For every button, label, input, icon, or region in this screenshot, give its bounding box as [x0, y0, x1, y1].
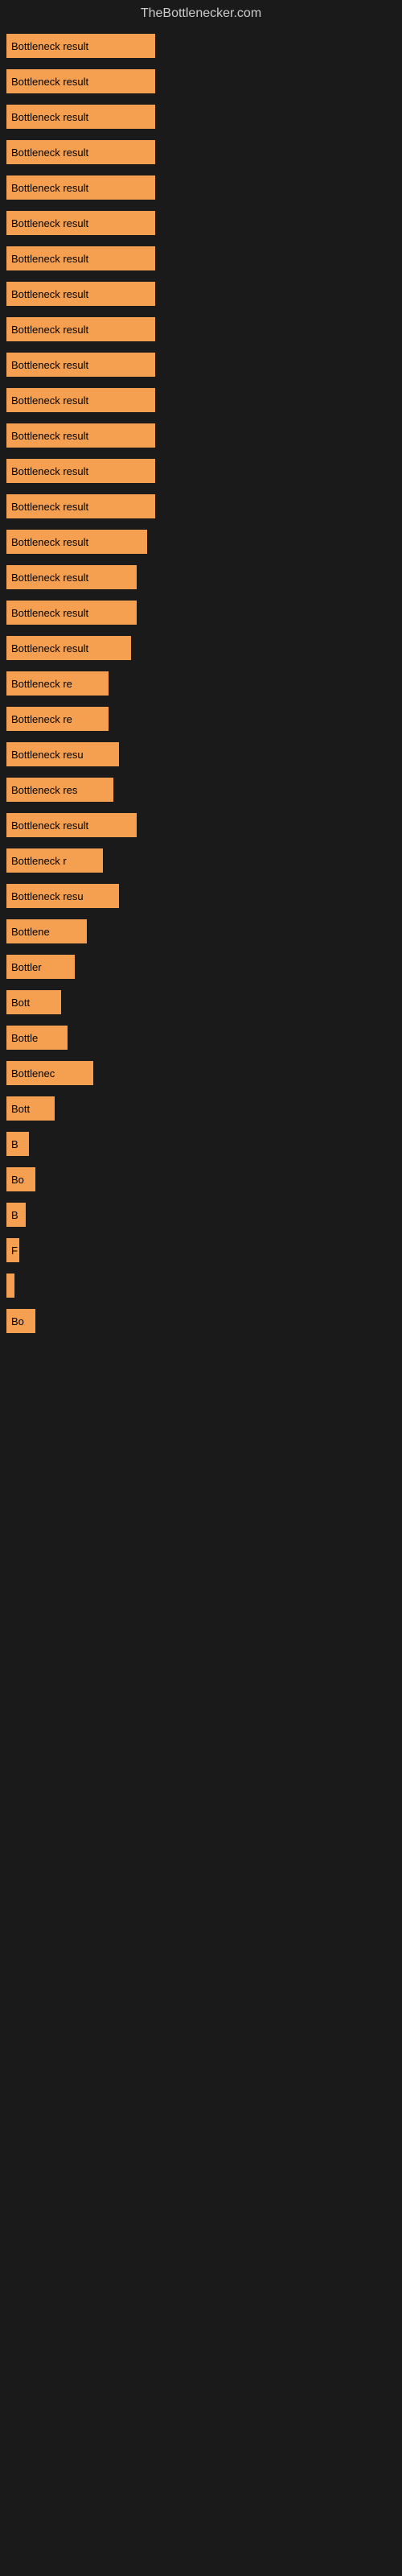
- bottleneck-bar: Bottleneck result: [6, 353, 155, 377]
- bar-row: Bottleneck result: [6, 419, 396, 452]
- bar-row: Bottleneck res: [6, 773, 396, 807]
- bottleneck-bar: Bottleneck re: [6, 707, 109, 731]
- bottleneck-bar: Bottleneck result: [6, 246, 155, 270]
- bar-row: Bottleneck result: [6, 596, 396, 630]
- bottleneck-bar: Bottleneck result: [6, 601, 137, 625]
- bottleneck-bar: Bottleneck result: [6, 530, 147, 554]
- bottleneck-bar: Bottleneck result: [6, 282, 155, 306]
- bar-row: Bott: [6, 985, 396, 1019]
- bottleneck-bar: Bottleneck result: [6, 175, 155, 200]
- bottleneck-bar: Bottleneck result: [6, 69, 155, 93]
- bottleneck-bar: Bottleneck res: [6, 778, 113, 802]
- bar-row: Bottleneck result: [6, 560, 396, 594]
- bar-row: F: [6, 1233, 396, 1267]
- bottleneck-bar: Bottleneck result: [6, 211, 155, 235]
- bottleneck-bar: B: [6, 1203, 26, 1227]
- bottleneck-bar: Bott: [6, 1096, 55, 1121]
- bottleneck-bar: Bottleneck resu: [6, 742, 119, 766]
- bar-row: Bottleneck result: [6, 277, 396, 311]
- bar-row: Bottleneck result: [6, 135, 396, 169]
- bar-row: Bottleneck result: [6, 383, 396, 417]
- bar-row: Bottle: [6, 1021, 396, 1055]
- bars-container: Bottleneck result Bottleneck result Bottle…: [0, 26, 402, 1343]
- bar-row: Bottlenec: [6, 1056, 396, 1090]
- bar-row: Bottleneck re: [6, 667, 396, 700]
- bar-row: Bottleneck result: [6, 171, 396, 204]
- bar-row: Bottleneck result: [6, 808, 396, 842]
- bar-row: Bottleneck result: [6, 525, 396, 559]
- bar-row: [6, 1269, 396, 1302]
- bottleneck-bar: Bottleneck re: [6, 671, 109, 696]
- bottleneck-bar: B: [6, 1132, 29, 1156]
- bar-row: Bottleneck result: [6, 348, 396, 382]
- bottleneck-bar: [6, 1274, 14, 1298]
- bottleneck-bar: Bottleneck result: [6, 459, 155, 483]
- bar-row: Bottleneck resu: [6, 737, 396, 771]
- bar-row: B: [6, 1198, 396, 1232]
- bar-row: Bottleneck result: [6, 29, 396, 63]
- bar-row: Bottleneck result: [6, 64, 396, 98]
- bottleneck-bar: Bo: [6, 1167, 35, 1191]
- bar-row: Bottleneck result: [6, 312, 396, 346]
- bar-row: Bott: [6, 1092, 396, 1125]
- bottleneck-bar: Bottleneck result: [6, 423, 155, 448]
- bottleneck-bar: Bo: [6, 1309, 35, 1333]
- bar-row: Bottleneck result: [6, 100, 396, 134]
- site-title: TheBottlenecker.com: [0, 0, 402, 26]
- bottleneck-bar: Bottle: [6, 1026, 68, 1050]
- bar-row: Bo: [6, 1162, 396, 1196]
- bottleneck-bar: Bottleneck result: [6, 494, 155, 518]
- bottleneck-bar: Bottler: [6, 955, 75, 979]
- bar-row: Bottleneck re: [6, 702, 396, 736]
- bar-row: Bottleneck result: [6, 206, 396, 240]
- bottleneck-bar: Bottlene: [6, 919, 87, 943]
- bar-row: Bottleneck r: [6, 844, 396, 877]
- bottleneck-bar: F: [6, 1238, 19, 1262]
- bar-row: Bottlene: [6, 914, 396, 948]
- bottleneck-bar: Bottleneck r: [6, 848, 103, 873]
- bottleneck-bar: Bottleneck result: [6, 34, 155, 58]
- title-text: TheBottlenecker.com: [141, 6, 261, 20]
- bottleneck-bar: Bottleneck result: [6, 813, 137, 837]
- bottleneck-bar: Bottleneck result: [6, 317, 155, 341]
- bar-row: Bottleneck resu: [6, 879, 396, 913]
- bottleneck-bar: Bottlenec: [6, 1061, 93, 1085]
- bottleneck-bar: Bottleneck result: [6, 140, 155, 164]
- bar-row: Bo: [6, 1304, 396, 1338]
- bar-row: B: [6, 1127, 396, 1161]
- bottleneck-bar: Bottleneck resu: [6, 884, 119, 908]
- bar-row: Bottleneck result: [6, 454, 396, 488]
- bottleneck-bar: Bottleneck result: [6, 105, 155, 129]
- bar-row: Bottleneck result: [6, 631, 396, 665]
- bar-row: Bottleneck result: [6, 489, 396, 523]
- bar-row: Bottleneck result: [6, 242, 396, 275]
- bar-row: Bottler: [6, 950, 396, 984]
- bottleneck-bar: Bottleneck result: [6, 636, 131, 660]
- bottleneck-bar: Bottleneck result: [6, 388, 155, 412]
- bottleneck-bar: Bottleneck result: [6, 565, 137, 589]
- bottleneck-bar: Bott: [6, 990, 61, 1014]
